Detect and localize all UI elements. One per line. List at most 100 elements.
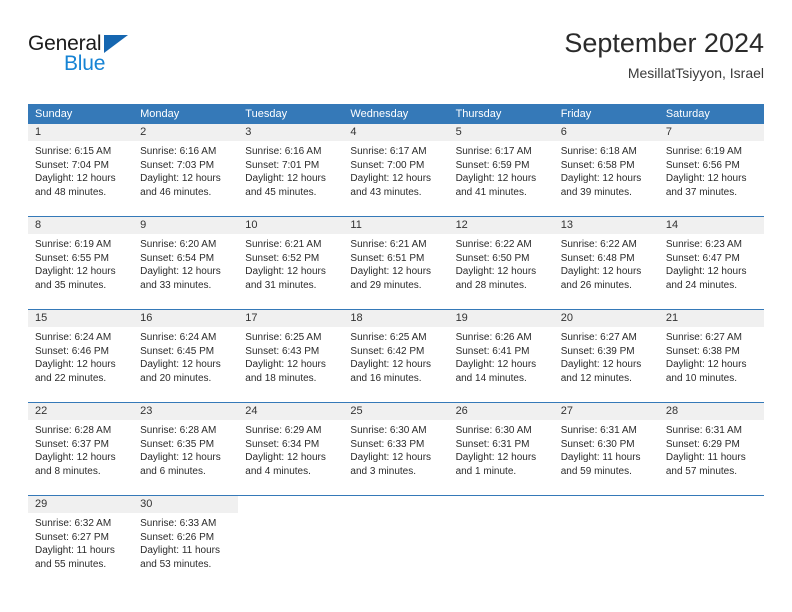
day-cell[interactable]: 9 Sunrise: 6:20 AM Sunset: 6:54 PM Daylight…	[133, 217, 239, 297]
day-cell[interactable]: 24 Sunrise: 6:29 AM Sunset: 6:34 PM Dayligh…	[238, 403, 344, 483]
day-number: 16	[140, 312, 153, 324]
day-cell[interactable]: 20 Sunrise: 6:27 AM Sunset: 6:39 PM Dayligh…	[553, 310, 659, 390]
day-number: 4	[350, 126, 357, 138]
day-number-band: 7	[658, 124, 764, 141]
day-number: 19	[455, 312, 468, 324]
daylight-text-line1: Daylight: 12 hours	[560, 266, 642, 277]
day-cell[interactable]: 29 Sunrise: 6:32 AM Sunset: 6:27 PM Dayligh…	[28, 496, 134, 576]
daylight-text-line2: and 24 minutes.	[665, 279, 738, 291]
weekday-header-friday: Friday	[560, 108, 592, 120]
day-details: Sunrise: 6:26 AM Sunset: 6:41 PM Daylight:…	[449, 327, 554, 385]
day-details: Sunrise: 6:19 AM Sunset: 6:56 PM Daylight:…	[659, 141, 764, 199]
daylight-text-line2: and 33 minutes.	[140, 279, 212, 291]
day-cell[interactable]: 21 Sunrise: 6:27 AM Sunset: 6:38 PM Dayligh…	[658, 310, 764, 390]
sunset-text: Sunset: 7:01 PM	[245, 159, 320, 171]
day-number-band: 12	[448, 217, 554, 234]
sunset-text: Sunset: 6:50 PM	[455, 252, 530, 264]
day-cell[interactable]: 25 Sunrise: 6:30 AM Sunset: 6:33 PM Dayligh…	[343, 403, 449, 483]
day-cell[interactable]: 4 Sunrise: 6:17 AM Sunset: 7:00 PM Daylight…	[343, 124, 449, 204]
page-header: General Blue September 2024 MesillatTsiy…	[28, 26, 764, 98]
day-cell[interactable]: 13 Sunrise: 6:22 AM Sunset: 6:48 PM Dayligh…	[553, 217, 659, 297]
day-number-band: 21	[658, 310, 764, 327]
sunrise-text: Sunrise: 6:20 AM	[140, 239, 217, 250]
day-cell[interactable]: 6 Sunrise: 6:18 AM Sunset: 6:58 PM Daylight…	[553, 124, 659, 204]
sunset-text: Sunset: 6:37 PM	[35, 438, 109, 450]
day-cell[interactable]: 26 Sunrise: 6:30 AM Sunset: 6:31 PM Dayligh…	[448, 403, 554, 483]
day-cell[interactable]: 10 Sunrise: 6:21 AM Sunset: 6:52 PM Dayligh…	[238, 217, 344, 297]
day-cell[interactable]: 28 Sunrise: 6:31 AM Sunset: 6:29 PM Dayligh…	[658, 403, 764, 483]
day-details: Sunrise: 6:24 AM Sunset: 6:46 PM Daylight:…	[28, 327, 133, 385]
day-cell[interactable]: 5 Sunrise: 6:17 AM Sunset: 6:59 PM Daylight…	[448, 124, 554, 204]
daylight-text-line2: and 57 minutes.	[665, 465, 738, 477]
day-number-band: 28	[658, 403, 764, 420]
day-details: Sunrise: 6:30 AM Sunset: 6:33 PM Daylight:…	[343, 420, 448, 478]
day-cell[interactable]: 3 Sunrise: 6:16 AM Sunset: 7:01 PM Daylight…	[238, 124, 344, 204]
day-cell[interactable]: 7 Sunrise: 6:19 AM Sunset: 6:56 PM Daylight…	[658, 124, 764, 204]
daylight-text-line1: Daylight: 12 hours	[35, 173, 116, 184]
sunset-text: Sunset: 6:38 PM	[665, 345, 740, 357]
day-cell[interactable]: 22 Sunrise: 6:28 AM Sunset: 6:37 PM Dayligh…	[28, 403, 134, 483]
daylight-text-line1: Daylight: 12 hours	[245, 173, 326, 184]
day-number: 21	[665, 312, 679, 324]
day-cell[interactable]: 12 Sunrise: 6:22 AM Sunset: 6:50 PM Dayligh…	[448, 217, 554, 297]
weekday-header-tuesday: Tuesday	[245, 108, 288, 120]
day-number: 7	[665, 126, 672, 138]
day-details	[343, 513, 448, 517]
day-number-band: 27	[553, 403, 659, 420]
sunset-text: Sunset: 6:34 PM	[245, 438, 320, 450]
sunrise-text: Sunrise: 6:29 AM	[245, 425, 322, 436]
calendar-week-cells: 1 Sunrise: 6:15 AM Sunset: 7:04 PM Daylight…	[28, 124, 764, 204]
day-cell[interactable]: 30 Sunrise: 6:33 AM Sunset: 6:26 PM Dayligh…	[133, 496, 239, 576]
day-number-band: 15	[28, 310, 134, 327]
day-cell[interactable]: 11 Sunrise: 6:21 AM Sunset: 6:51 PM Dayligh…	[343, 217, 449, 297]
day-cell[interactable]: 19 Sunrise: 6:26 AM Sunset: 6:41 PM Dayligh…	[448, 310, 554, 390]
day-cell[interactable]: 15 Sunrise: 6:24 AM Sunset: 6:46 PM Dayligh…	[28, 310, 134, 390]
day-number: 10	[245, 219, 258, 231]
day-cell[interactable]: 18 Sunrise: 6:25 AM Sunset: 6:42 PM Dayligh…	[343, 310, 449, 390]
sunrise-text: Sunrise: 6:21 AM	[245, 239, 322, 250]
day-cell[interactable]: 1 Sunrise: 6:15 AM Sunset: 7:04 PM Daylight…	[28, 124, 134, 204]
day-cell[interactable]: 23 Sunrise: 6:28 AM Sunset: 6:35 PM Dayligh…	[133, 403, 239, 483]
sunrise-text: Sunrise: 6:16 AM	[245, 146, 322, 157]
sunset-text: Sunset: 7:03 PM	[140, 159, 215, 171]
day-details: Sunrise: 6:18 AM Sunset: 6:58 PM Daylight:…	[554, 141, 659, 199]
daylight-text-line1: Daylight: 12 hours	[455, 452, 537, 463]
brand-logo[interactable]: General Blue	[28, 32, 228, 90]
daylight-text-line1: Daylight: 12 hours	[455, 359, 537, 370]
day-cell[interactable]: 16 Sunrise: 6:24 AM Sunset: 6:45 PM Dayligh…	[133, 310, 239, 390]
daylight-text-line1: Daylight: 11 hours	[140, 545, 220, 556]
day-number: 15	[35, 312, 48, 324]
sunset-text: Sunset: 6:55 PM	[35, 252, 109, 264]
sunset-text: Sunset: 6:41 PM	[455, 345, 530, 357]
day-number: 3	[245, 126, 252, 138]
calendar-table: Sunday Monday Tuesday Wednesday Thursday Frid…	[28, 104, 764, 576]
day-number-band	[659, 496, 764, 513]
daylight-text-line1: Daylight: 12 hours	[455, 266, 537, 277]
daylight-text-line1: Daylight: 12 hours	[245, 452, 326, 463]
day-cell[interactable]: 8 Sunrise: 6:19 AM Sunset: 6:55 PM Daylight…	[28, 217, 134, 297]
weekday-header-monday: Monday	[140, 108, 180, 120]
day-number: 26	[455, 405, 468, 417]
daylight-text-line2: and 10 minutes.	[665, 372, 738, 384]
sunrise-text: Sunrise: 6:18 AM	[560, 146, 637, 157]
day-cell[interactable]: 27 Sunrise: 6:31 AM Sunset: 6:30 PM Dayligh…	[553, 403, 659, 483]
day-number-band: 2	[133, 124, 239, 141]
sunset-text: Sunset: 6:52 PM	[245, 252, 320, 264]
daylight-text-line2: and 31 minutes.	[245, 279, 317, 291]
calendar-week-row: 29 Sunrise: 6:32 AM Sunset: 6:27 PM Dayligh…	[28, 495, 764, 576]
day-number-band: 8	[28, 217, 134, 234]
daylight-text-line2: and 14 minutes.	[455, 372, 527, 384]
sunrise-text: Sunrise: 6:19 AM	[665, 146, 742, 157]
week-spacer	[28, 390, 764, 402]
day-cell[interactable]: 17 Sunrise: 6:25 AM Sunset: 6:43 PM Dayligh…	[238, 310, 344, 390]
day-details: Sunrise: 6:29 AM Sunset: 6:34 PM Daylight:…	[238, 420, 343, 478]
day-details: Sunrise: 6:17 AM Sunset: 7:00 PM Daylight:…	[343, 141, 448, 199]
day-cell[interactable]: 2 Sunrise: 6:16 AM Sunset: 7:03 PM Daylight…	[133, 124, 239, 204]
sunrise-text: Sunrise: 6:28 AM	[35, 425, 112, 436]
daylight-text-line2: and 46 minutes.	[140, 186, 212, 198]
day-cell[interactable]: 14 Sunrise: 6:23 AM Sunset: 6:47 PM Dayligh…	[658, 217, 764, 297]
daylight-text-line2: and 37 minutes.	[665, 186, 738, 198]
day-number-band: 23	[133, 403, 239, 420]
daylight-text-line2: and 26 minutes.	[560, 279, 632, 291]
page-subtitle: MesillatTsiyyon, Israel	[627, 65, 764, 81]
